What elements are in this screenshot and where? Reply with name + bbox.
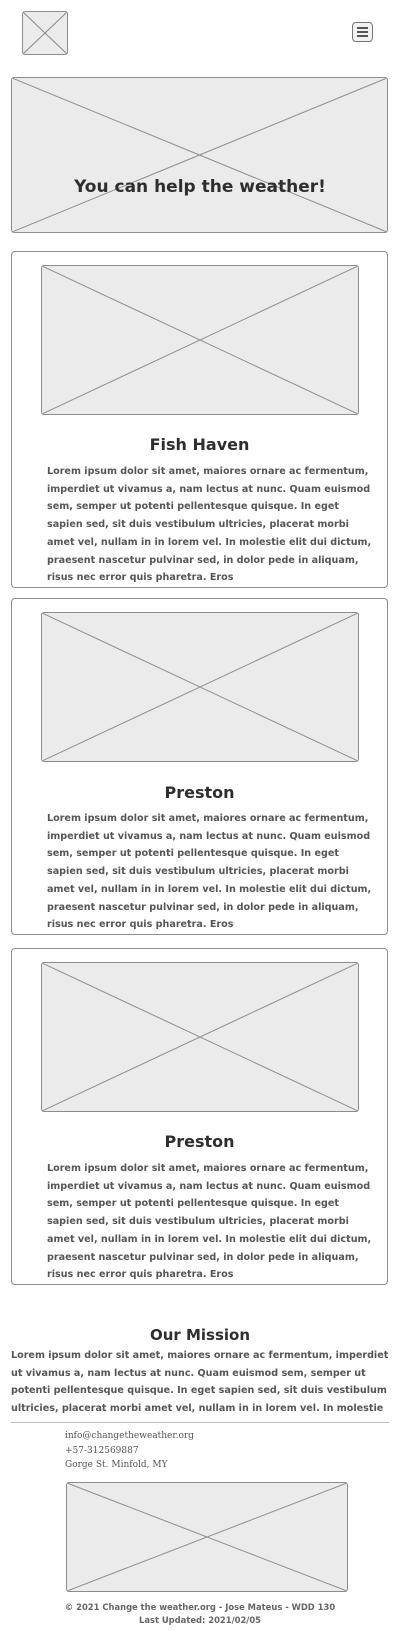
town-card-preston-2: Preston Lorem ipsum dolor sit amet, maio…: [11, 948, 388, 1285]
hamburger-menu-icon: [357, 31, 368, 33]
town-card-fish-haven: Fish Haven Lorem ipsum dolor sit amet, m…: [11, 251, 388, 588]
footer-image-placeholder: [66, 1482, 348, 1592]
card-image-placeholder: [41, 265, 359, 415]
card-text: Lorem ipsum dolor sit amet, maiores orna…: [47, 813, 372, 931]
card-image-placeholder: [41, 962, 359, 1112]
last-updated-text: Last Updated: 2021/02/05: [138, 1615, 261, 1625]
footer-divider: [11, 1422, 389, 1423]
logo-image-placeholder[interactable]: [22, 11, 68, 55]
card-title: Preston: [164, 1132, 235, 1151]
card-text: Lorem ipsum dolor sit amet, maiores orna…: [47, 1163, 372, 1281]
hamburger-menu-icon: [357, 27, 368, 29]
image-placeholder-icon: [67, 1483, 347, 1591]
card-title: Fish Haven: [149, 435, 250, 454]
image-placeholder-icon: [42, 963, 358, 1111]
hero-title: You can help the weather!: [74, 177, 326, 197]
card-text: Lorem ipsum dolor sit amet, maiores orna…: [47, 466, 372, 584]
contact-phone: +57-312569887: [65, 1445, 139, 1456]
copyright-text: © 2021 Change the weather.org - Jose Mat…: [64, 1602, 336, 1612]
town-card-preston: Preston Lorem ipsum dolor sit amet, maio…: [11, 598, 388, 935]
card-title: Preston: [164, 783, 235, 802]
mission-text: Lorem ipsum dolor sit amet, maiores orna…: [11, 1350, 389, 1414]
contact-address: Gorge St. Minfold, MY: [65, 1460, 168, 1470]
image-placeholder-icon: [12, 78, 387, 232]
contact-info: info@changetheweather.org +57-312569887 …: [65, 1429, 194, 1473]
mission-title: Our Mission: [149, 1326, 251, 1344]
footer-copyright: © 2021 Change the weather.org - Jose Mat…: [0, 1601, 400, 1627]
hero-image-placeholder: [11, 77, 388, 233]
contact-email-link[interactable]: info@changetheweather.org: [65, 1429, 194, 1444]
hamburger-menu-button[interactable]: [352, 22, 373, 42]
hamburger-menu-icon: [357, 35, 368, 37]
image-placeholder-icon: [23, 12, 67, 54]
image-placeholder-icon: [42, 266, 358, 414]
card-image-placeholder: [41, 612, 359, 762]
image-placeholder-icon: [42, 613, 358, 761]
